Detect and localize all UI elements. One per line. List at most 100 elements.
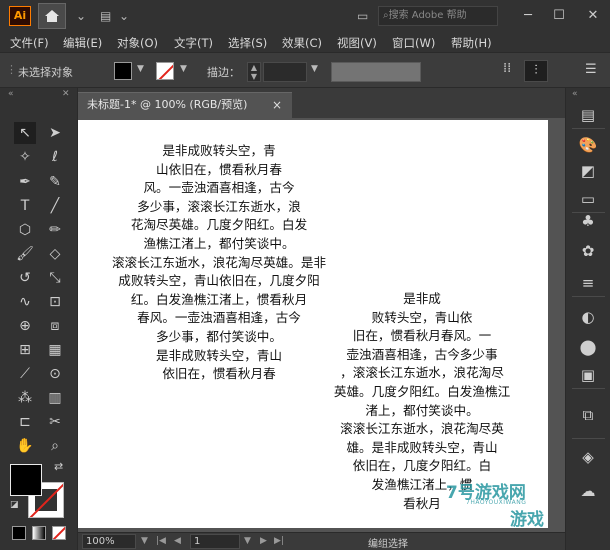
menu-effect[interactable]: 效果(C) [282,35,322,51]
close-button[interactable]: ✕ [580,6,606,26]
zoom-input[interactable]: 100% [82,534,136,549]
default-colors-icon[interactable]: ◪ [10,500,19,510]
menu-window[interactable]: 窗口(W) [392,35,435,51]
stroke-swatch[interactable] [156,62,174,80]
expand-panels-icon[interactable]: « [572,89,578,99]
type-tool-icon[interactable]: T [14,195,36,217]
fill-swatch[interactable] [114,62,132,80]
workspace-layout-icon[interactable]: ▤ [100,9,111,23]
pen-tool-icon[interactable]: ✒ [14,171,36,193]
menu-type[interactable]: 文字(T) [174,35,213,51]
eraser-tool-icon[interactable]: ◇ [44,243,66,265]
app-logo: Ai [9,6,31,26]
rotate-tool-icon[interactable]: ↺ [14,267,36,289]
text-line: 花淘尽英雄。几度夕阳红。白发 [130,217,308,233]
menu-file[interactable]: 文件(F) [10,35,49,51]
transparency-icon[interactable]: ◐ [576,306,600,328]
menu-object[interactable]: 对象(O) [117,35,158,51]
shape-builder-tool-icon[interactable]: ⊕ [14,315,36,337]
stroke-weight-input[interactable] [263,62,307,82]
home-button[interactable] [38,3,66,29]
chevron-down-icon[interactable]: ▼ [137,64,144,74]
document-tab[interactable]: 未标题-1* @ 100% (RGB/预览) × [78,92,292,118]
eyedropper-tool-icon[interactable]: ⟋ [14,363,36,385]
artboard-tool-icon[interactable]: ⊏ [14,411,36,433]
menu-view[interactable]: 视图(V) [337,35,377,51]
swap-colors-icon[interactable]: ⇄ [54,460,63,473]
discover-icon[interactable]: ▭ [357,9,368,23]
line-tool-icon[interactable]: ╱ [44,195,66,217]
curvature-tool-icon[interactable]: ✎ [44,171,66,193]
transform-panel-button[interactable]: ⫶ [524,60,548,82]
menu-select[interactable]: 选择(S) [228,35,267,51]
chevron-down-icon[interactable]: ▼ [311,64,318,74]
gradient-tool-icon[interactable]: ▦ [44,339,66,361]
canvas-area[interactable]: 是非成败转头空，青 山依旧在，惯看秋月春 风。一壶浊酒喜相逢，古今 多少事，滚滚… [78,118,565,532]
symbol-sprayer-tool-icon[interactable]: ⁂ [14,387,36,409]
gradient-mode-button[interactable] [32,526,46,540]
tool-status: 编组选择 [368,539,408,550]
collapse-icon[interactable]: « [8,89,14,99]
panel-menu-icon[interactable]: ☰ [585,62,597,77]
stroke-icon[interactable]: ≡ [576,272,600,294]
text-line: 旧在，惯看秋月春风。一 [352,328,492,344]
direct-selection-tool-icon[interactable]: ➤ [44,122,66,144]
text-line: 英雄。几度夕阳红。白发渔樵江 [333,383,511,399]
previous-artboard-icon[interactable]: ◀ [174,534,181,549]
free-transform-tool-icon[interactable]: ⊡ [44,291,66,313]
align-icon[interactable]: ⁞⁞ [503,61,511,76]
hand-tool-icon[interactable]: ✋ [14,435,36,457]
close-tab-icon[interactable]: × [272,93,282,117]
chevron-down-icon[interactable]: ▼ [180,64,187,74]
pencil-tool-icon[interactable]: ✏ [44,219,66,241]
panel-divider [572,388,605,389]
chevron-down-icon[interactable]: ▼ [141,534,148,549]
color-icon[interactable]: 🎨 [576,134,600,156]
artboard-number-input[interactable]: 1 [190,534,240,549]
scale-tool-icon[interactable]: ⤡ [44,267,66,289]
layers-icon[interactable]: ◈ [576,446,600,468]
menu-help[interactable]: 帮助(H) [451,35,492,51]
search-input[interactable]: ⌕搜索 Adobe 帮助 [378,6,498,26]
mesh-tool-icon[interactable]: ⊞ [14,339,36,361]
next-artboard-icon[interactable]: ▶ [260,534,267,549]
symbols-icon[interactable]: ♣ [576,210,600,232]
artboard[interactable]: 是非成败转头空，青 山依旧在，惯看秋月春 风。一壶浊酒喜相逢，古今 多少事，滚滚… [78,120,548,528]
graph-tool-icon[interactable]: ▥ [44,387,66,409]
close-panel-icon[interactable]: ✕ [62,89,70,99]
chevron-down-icon[interactable]: ⌄ [76,9,86,23]
chevron-down-icon[interactable]: ⌄ [119,9,129,23]
zoom-tool-icon[interactable]: ⌕ [44,435,66,457]
maximize-button[interactable]: ☐ [546,6,572,26]
paintbrush-tool-icon[interactable]: 🖌 [14,243,36,265]
chevron-down-icon[interactable]: ▼ [244,534,251,549]
color-mode-button[interactable] [12,526,26,540]
color-guide-icon[interactable]: ◩ [576,160,600,182]
ellipse-tool-icon[interactable]: ⬡ [14,219,36,241]
appearance-icon[interactable]: ⬤ [576,336,600,358]
text-line: 是非成 [403,291,441,306]
libraries-icon[interactable]: ☁ [576,480,600,502]
none-mode-button[interactable] [52,526,66,540]
warp-tool-icon[interactable]: ∿ [14,291,36,313]
gradient-icon[interactable]: ▭ [576,188,600,210]
style-dropdown[interactable] [331,62,421,82]
slice-tool-icon[interactable]: ✂ [44,411,66,433]
menu-edit[interactable]: 编辑(E) [63,35,102,51]
menu-bar: 文件(F) 编辑(E) 对象(O) 文字(T) 选择(S) 效果(C) 视图(V… [0,32,610,53]
lasso-tool-icon[interactable]: ℓ [44,146,66,168]
brushes-icon[interactable]: ✿ [576,240,600,262]
properties-icon[interactable]: ▤ [576,104,600,126]
text-line: ，滚滚长江东逝水，浪花淘尽 [340,365,504,381]
magic-wand-tool-icon[interactable]: ✧ [14,146,36,168]
perspective-grid-tool-icon[interactable]: ⧈ [44,315,66,337]
first-artboard-icon[interactable]: |◀ [156,534,166,549]
selection-tool-icon[interactable]: ↖ [14,122,36,144]
stroke-weight-stepper[interactable]: ▲ ▼ [247,62,261,82]
graphic-styles-icon[interactable]: ▣ [576,364,600,386]
blend-tool-icon[interactable]: ⊙ [44,363,66,385]
minimize-button[interactable]: ─ [515,6,541,26]
fill-color-box[interactable] [10,464,42,496]
artboards-icon[interactable]: ⧉ [576,404,600,426]
last-artboard-icon[interactable]: ▶| [274,534,284,549]
